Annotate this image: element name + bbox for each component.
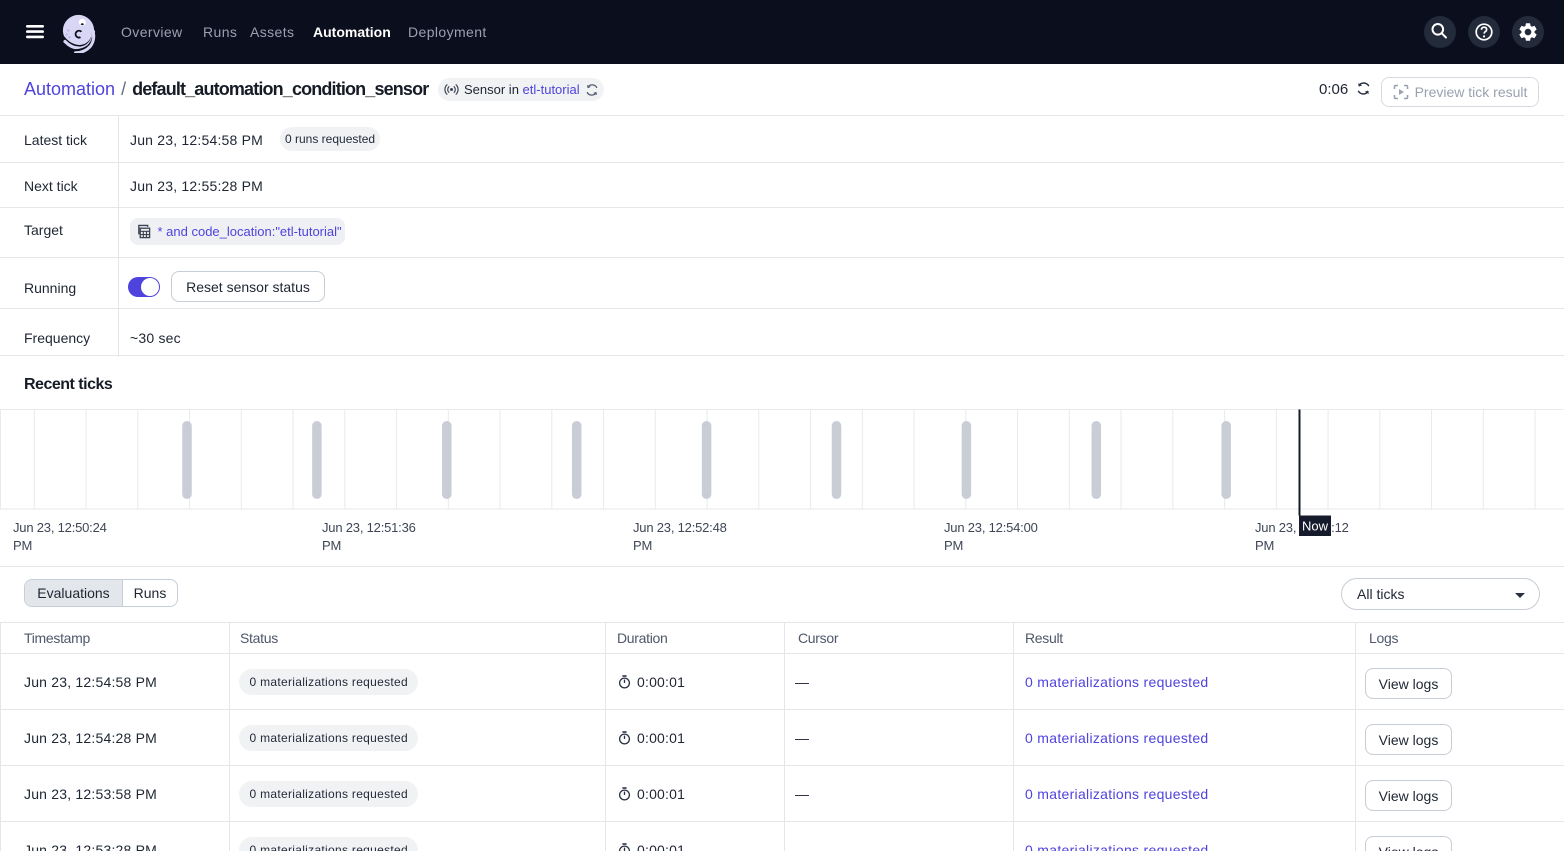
svg-text:Jun 23, 12:50:24: Jun 23, 12:50:24: [13, 520, 107, 535]
svg-text:PM: PM: [633, 538, 652, 553]
svg-text:PM: PM: [1255, 538, 1274, 553]
svg-text:Jun 23, 12:54:00: Jun 23, 12:54:00: [944, 520, 1038, 535]
svg-text:PM: PM: [944, 538, 963, 553]
svg-text:PM: PM: [322, 538, 341, 553]
svg-text:Jun 23, 12:51:36: Jun 23, 12:51:36: [322, 520, 416, 535]
svg-text:Jun 23, 12:52:48: Jun 23, 12:52:48: [633, 520, 727, 535]
svg-text:PM: PM: [13, 538, 32, 553]
svg-text:Now: Now: [1302, 519, 1329, 534]
